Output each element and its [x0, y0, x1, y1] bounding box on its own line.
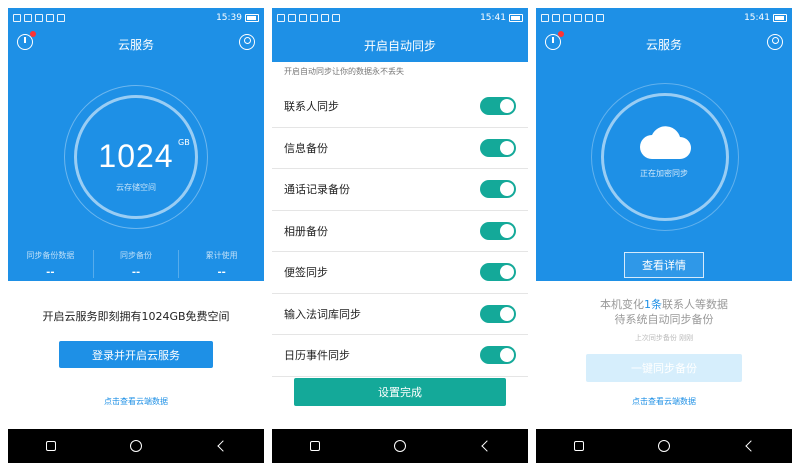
sync-list: 联系人同步 信息备份 通话记录备份 相册备份 便签同步 输入法词库同步 日历事件… [272, 86, 528, 377]
toggle-switch[interactable] [480, 346, 516, 365]
recents-button[interactable] [38, 433, 64, 459]
stat-total-usage: 累计使用 -- [205, 251, 238, 278]
toggle-switch[interactable] [480, 97, 516, 116]
status-time: 15:41 [744, 13, 770, 23]
status-time: 15:39 [216, 13, 242, 23]
view-details-button[interactable]: 查看详情 [624, 252, 704, 278]
toggle-switch[interactable] [480, 263, 516, 282]
home-button[interactable] [651, 433, 677, 459]
sync-item-call-log: 通话记录备份 [272, 169, 528, 211]
stat-backup-data: 同步备份数据 -- [8, 250, 94, 278]
sync-item-contacts: 联系人同步 [272, 86, 528, 128]
user-avatar-icon[interactable] [239, 34, 255, 50]
status-bar: 15:39 [8, 8, 264, 28]
stats-row: 同步备份数据 -- 同步备份 -- 累计使用 -- [8, 250, 264, 278]
square-icon [309, 441, 320, 451]
page-title: 云服务 [117, 38, 154, 52]
change-message: 本机变化1条联系人等数据 [600, 298, 728, 311]
sync-item-calendar: 日历事件同步 [272, 335, 528, 377]
recents-button[interactable] [566, 433, 592, 459]
one-click-sync-button[interactable]: 一键同步备份 [586, 354, 742, 382]
circle-icon [393, 440, 406, 452]
change-count: 1条 [644, 298, 662, 311]
phone-cloud-service-login: 15:39 云服务 1024 GB 云存储空间 同步备份数据 -- 同步备份 -- … [8, 8, 264, 463]
recents-button[interactable] [302, 433, 328, 459]
home-button[interactable] [387, 433, 413, 459]
nav-bar [8, 429, 264, 463]
page-title: 开启自动同步 [363, 39, 436, 53]
sync-status-label: 正在加密同步 [640, 169, 688, 178]
status-bar: 15:41 [536, 8, 792, 28]
sync-item-photos: 相册备份 [272, 211, 528, 252]
sync-item-ime-dictionary: 输入法词库同步 [272, 294, 528, 335]
sync-item-messages: 信息备份 [272, 128, 528, 169]
storage-label: 云存储空间 [116, 183, 156, 192]
last-sync-time: 上次同步备份 刚刚 [634, 334, 694, 342]
stat-backup: 同步备份 -- [94, 250, 180, 278]
done-button[interactable]: 设置完成 [294, 378, 506, 406]
storage-value: 1024 [98, 138, 174, 174]
screenshot-collage: 15:39 云服务 1024 GB 云存储空间 同步备份数据 -- 同步备份 -- … [0, 0, 800, 471]
subtitle: 开启自动同步让你的数据永不丢失 [284, 67, 404, 76]
toggle-switch[interactable] [480, 304, 516, 323]
circle-icon [657, 440, 670, 452]
cloud-icon [640, 126, 691, 159]
notification-icons [541, 14, 604, 22]
back-arrow-icon [217, 440, 229, 452]
login-enable-button[interactable]: 登录并开启云服务 [59, 341, 213, 368]
back-button[interactable] [208, 433, 234, 459]
header: 开启自动同步 [272, 28, 528, 62]
storage-unit: GB [178, 138, 190, 147]
phone-auto-sync-settings: 15:41 开启自动同步 开启自动同步让你的数据永不丢失 联系人同步 信息备份 … [272, 8, 528, 463]
toggle-switch[interactable] [480, 138, 516, 157]
page-title: 云服务 [645, 38, 682, 52]
home-button[interactable] [123, 433, 149, 459]
battery-icon [245, 14, 259, 22]
square-icon [573, 441, 584, 451]
notification-icons [277, 14, 340, 22]
battery-icon [773, 14, 787, 22]
toggle-switch[interactable] [480, 180, 516, 199]
sync-item-notes: 便签同步 [272, 252, 528, 294]
promo-text: 开启云服务即刻拥有1024GB免费空间 [42, 310, 230, 323]
back-arrow-icon [481, 440, 493, 452]
storage-hero: 云服务 1024 GB 云存储空间 同步备份数据 -- 同步备份 -- 累计使用 -- [8, 28, 264, 281]
phone-cloud-syncing: 15:41 云服务 正在加密同步 查看详情 本机变化1条联系人等数据 待系统自动… [536, 8, 792, 463]
back-button[interactable] [736, 433, 762, 459]
square-icon [45, 441, 56, 451]
view-cloud-data-link[interactable]: 点击查看云端数据 [8, 396, 264, 407]
view-cloud-data-link[interactable]: 点击查看云端数据 [536, 396, 792, 407]
sync-hero: 云服务 正在加密同步 查看详情 [536, 28, 792, 281]
nav-bar [536, 429, 792, 463]
back-button[interactable] [472, 433, 498, 459]
user-avatar-icon[interactable] [767, 34, 783, 50]
status-bar: 15:41 [272, 8, 528, 28]
battery-icon [509, 14, 523, 22]
toggle-switch[interactable] [480, 221, 516, 240]
status-time: 15:41 [480, 13, 506, 23]
circle-icon [129, 440, 142, 452]
notification-icons [13, 14, 65, 22]
back-arrow-icon [745, 440, 757, 452]
change-message-line2: 待系统自动同步备份 [614, 313, 714, 326]
nav-bar [272, 429, 528, 463]
